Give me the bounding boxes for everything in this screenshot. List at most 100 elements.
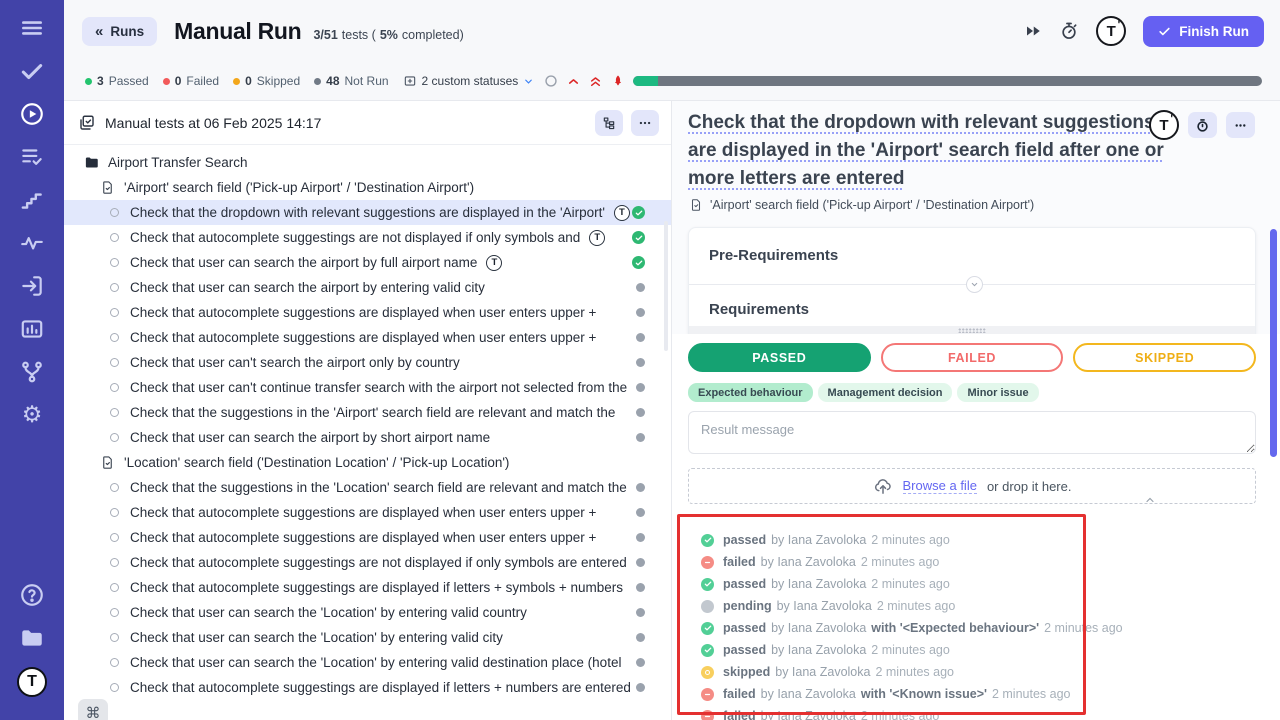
test-more-button[interactable] [1226,112,1255,138]
tree-test-row[interactable]: Check that autocomplete suggestings are … [64,675,671,700]
count-skipped[interactable]: 0Skipped [233,74,300,88]
checklist-icon [78,114,96,132]
tree-test-row[interactable]: Check that autocomplete suggestions are … [64,500,671,525]
tree-test-row[interactable]: Check that the suggestions in the 'Airpo… [64,400,671,425]
log-status-text: passed [723,643,766,657]
sidebar-item-reports[interactable] [17,315,47,343]
tree-scrollbar[interactable] [664,221,668,351]
back-to-runs-button[interactable]: « Runs [82,17,157,46]
log-with-text: with '<Expected behaviour>' [871,621,1039,635]
tree-test-row[interactable]: Check that autocomplete suggestings are … [64,225,671,250]
tree-suite-row[interactable]: 'Location' search field ('Destination Lo… [64,450,671,475]
sidebar-item-analytics[interactable] [17,229,47,257]
result-failed-button[interactable]: FAILED [881,343,1064,372]
tree-test-row[interactable]: Check that autocomplete suggestions are … [64,325,671,350]
sidebar-item-branches[interactable] [17,358,47,386]
import-icon [19,273,45,299]
result-tag[interactable]: Minor issue [957,383,1038,402]
tree-more-button[interactable] [631,110,659,136]
log-entry: failedby Iana Zavoloka2 minutes ago [688,551,1256,573]
tree-test-row[interactable]: Check that autocomplete suggestings are … [64,575,671,600]
panel-resize-handle[interactable] [689,326,1255,334]
finish-run-button[interactable]: Finish Run [1143,16,1264,47]
priority-highest-icon[interactable] [589,75,602,88]
collapse-log-chevron-icon[interactable] [1144,494,1156,506]
rocket-icon[interactable] [611,74,625,88]
tree-test-row[interactable]: Check that user can search the 'Location… [64,625,671,650]
log-entry: failedby Iana Zavoloka2 minutes ago [688,705,1256,720]
skipped-dot-icon [233,78,240,85]
result-passed-button[interactable]: PASSED [688,343,871,372]
test-label: Check that user can't continue transfer … [130,380,627,395]
log-author-text: by Iana Zavoloka [771,621,866,635]
test-suite-breadcrumb[interactable]: 'Airport' search field ('Pick-up Airport… [689,198,1034,212]
test-circle-icon [110,683,119,692]
stopwatch-icon[interactable] [1059,21,1079,41]
tree-test-row[interactable]: Check that user can search the airport b… [64,275,671,300]
tree-test-row[interactable]: Check that autocomplete suggestions are … [64,525,671,550]
count-failed[interactable]: 0Failed [163,74,219,88]
document-check-icon [100,455,115,470]
browse-file-link[interactable]: Browse a file [903,478,977,494]
sidebar-item-menu[interactable] [17,14,47,42]
sidebar-item-brand[interactable]: T [17,667,47,695]
log-time-text: 2 minutes ago [861,555,940,569]
sidebar-item-projects[interactable] [17,624,47,652]
result-skipped-button[interactable]: SKIPPED [1073,343,1256,372]
result-message-input[interactable] [688,411,1256,454]
result-tag[interactable]: Management decision [818,383,953,402]
custom-statuses-control[interactable]: 2 custom statuses [403,74,535,88]
notrun-dot-icon [314,78,321,85]
hierarchy-icon [602,116,616,130]
count-passed[interactable]: 3Passed [85,74,149,88]
sidebar-item-test-plans[interactable] [17,143,47,171]
tree-folder-row[interactable]: Airport Transfer Search [64,150,671,175]
tree-header: Manual tests at 06 Feb 2025 14:17 [64,101,671,145]
sidebar-item-help[interactable] [17,581,47,609]
tree-view-toggle-button[interactable] [595,110,623,136]
back-label: Runs [110,24,144,39]
test-circle-icon [110,208,119,217]
test-title[interactable]: Check that the dropdown with relevant su… [688,109,1168,193]
status-passed-icon [632,231,645,244]
tree-test-row[interactable]: Check that user can search the 'Location… [64,600,671,625]
tree-test-row[interactable]: Check that user can search the 'Location… [64,650,671,675]
sidebar-item-runs[interactable] [17,100,47,128]
log-time-text: 2 minutes ago [875,665,954,679]
test-timer-button[interactable] [1188,112,1217,138]
file-dropzone[interactable]: Browse a file or drop it here. [688,468,1256,504]
tree-test-row[interactable]: Check that autocomplete suggestings are … [64,550,671,575]
test-label: Check that autocomplete suggestions are … [130,330,596,345]
result-tag[interactable]: Expected behaviour [688,383,813,402]
sidebar-item-milestones[interactable] [17,186,47,214]
tree-test-row[interactable]: Check that the dropdown with relevant su… [64,200,671,225]
command-key-badge[interactable]: ⌘ [78,699,108,720]
help-icon [19,582,45,608]
chevron-down-icon [523,76,534,87]
log-entry: passedby Iana Zavoloka2 minutes ago [688,529,1256,551]
tree-test-row[interactable]: Check that autocomplete suggestions are … [64,300,671,325]
sidebar-item-settings[interactable]: ⚙ [17,401,47,429]
section-collapse-knob[interactable] [966,276,983,293]
tree-test-row[interactable]: Check that user can search the airport b… [64,425,671,450]
test-label: Check that autocomplete suggestings are … [130,555,627,570]
test-label: Check that autocomplete suggestions are … [130,305,596,320]
log-status-passed-icon [701,644,714,657]
test-tree-panel: Manual tests at 06 Feb 2025 14:17 Airpor… [64,100,672,720]
tree-test-row[interactable]: Check that user can't continue transfer … [64,375,671,400]
detail-scrollbar-thumb[interactable] [1270,229,1277,457]
status-notrun-icon [636,583,645,592]
priority-high-icon[interactable] [567,75,580,88]
run-progress-bar [633,76,1262,86]
tree-suite-row[interactable]: 'Airport' search field ('Pick-up Airport… [64,175,671,200]
tree-test-row[interactable]: Check that the suggestions in the 'Locat… [64,475,671,500]
circle-status-icon[interactable] [544,74,558,88]
test-label: Check that autocomplete suggestings are … [130,680,631,695]
sidebar-item-tests[interactable] [17,57,47,85]
tree-test-row[interactable]: Check that user can't search the airport… [64,350,671,375]
tree-test-row[interactable]: Check that user can search the airport b… [64,250,671,275]
sidebar-item-import[interactable] [17,272,47,300]
folder-label: Airport Transfer Search [108,155,248,170]
count-notrun[interactable]: 48Not Run [314,74,388,88]
fast-forward-icon[interactable] [1024,22,1042,40]
